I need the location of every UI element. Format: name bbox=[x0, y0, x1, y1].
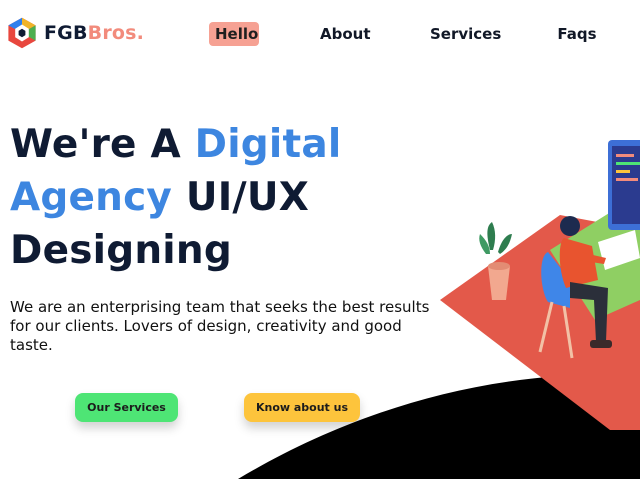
designer-at-desk-illustration bbox=[440, 140, 640, 430]
hero-title-part: UI/UX bbox=[172, 175, 310, 220]
know-about-us-button[interactable]: Know about us bbox=[244, 393, 360, 422]
hero-title-part: Designing bbox=[10, 228, 232, 273]
hero-title-accent: Digital bbox=[194, 122, 342, 167]
hero-description: We are an enterprising team that seeks t… bbox=[10, 298, 430, 354]
hero-title-accent: Agency bbox=[10, 175, 173, 220]
our-services-button[interactable]: Our Services bbox=[75, 393, 178, 422]
hero-title-part: We're A bbox=[10, 122, 195, 167]
hero-title: We're A Digital Agency UI/UX Designing bbox=[10, 118, 341, 277]
